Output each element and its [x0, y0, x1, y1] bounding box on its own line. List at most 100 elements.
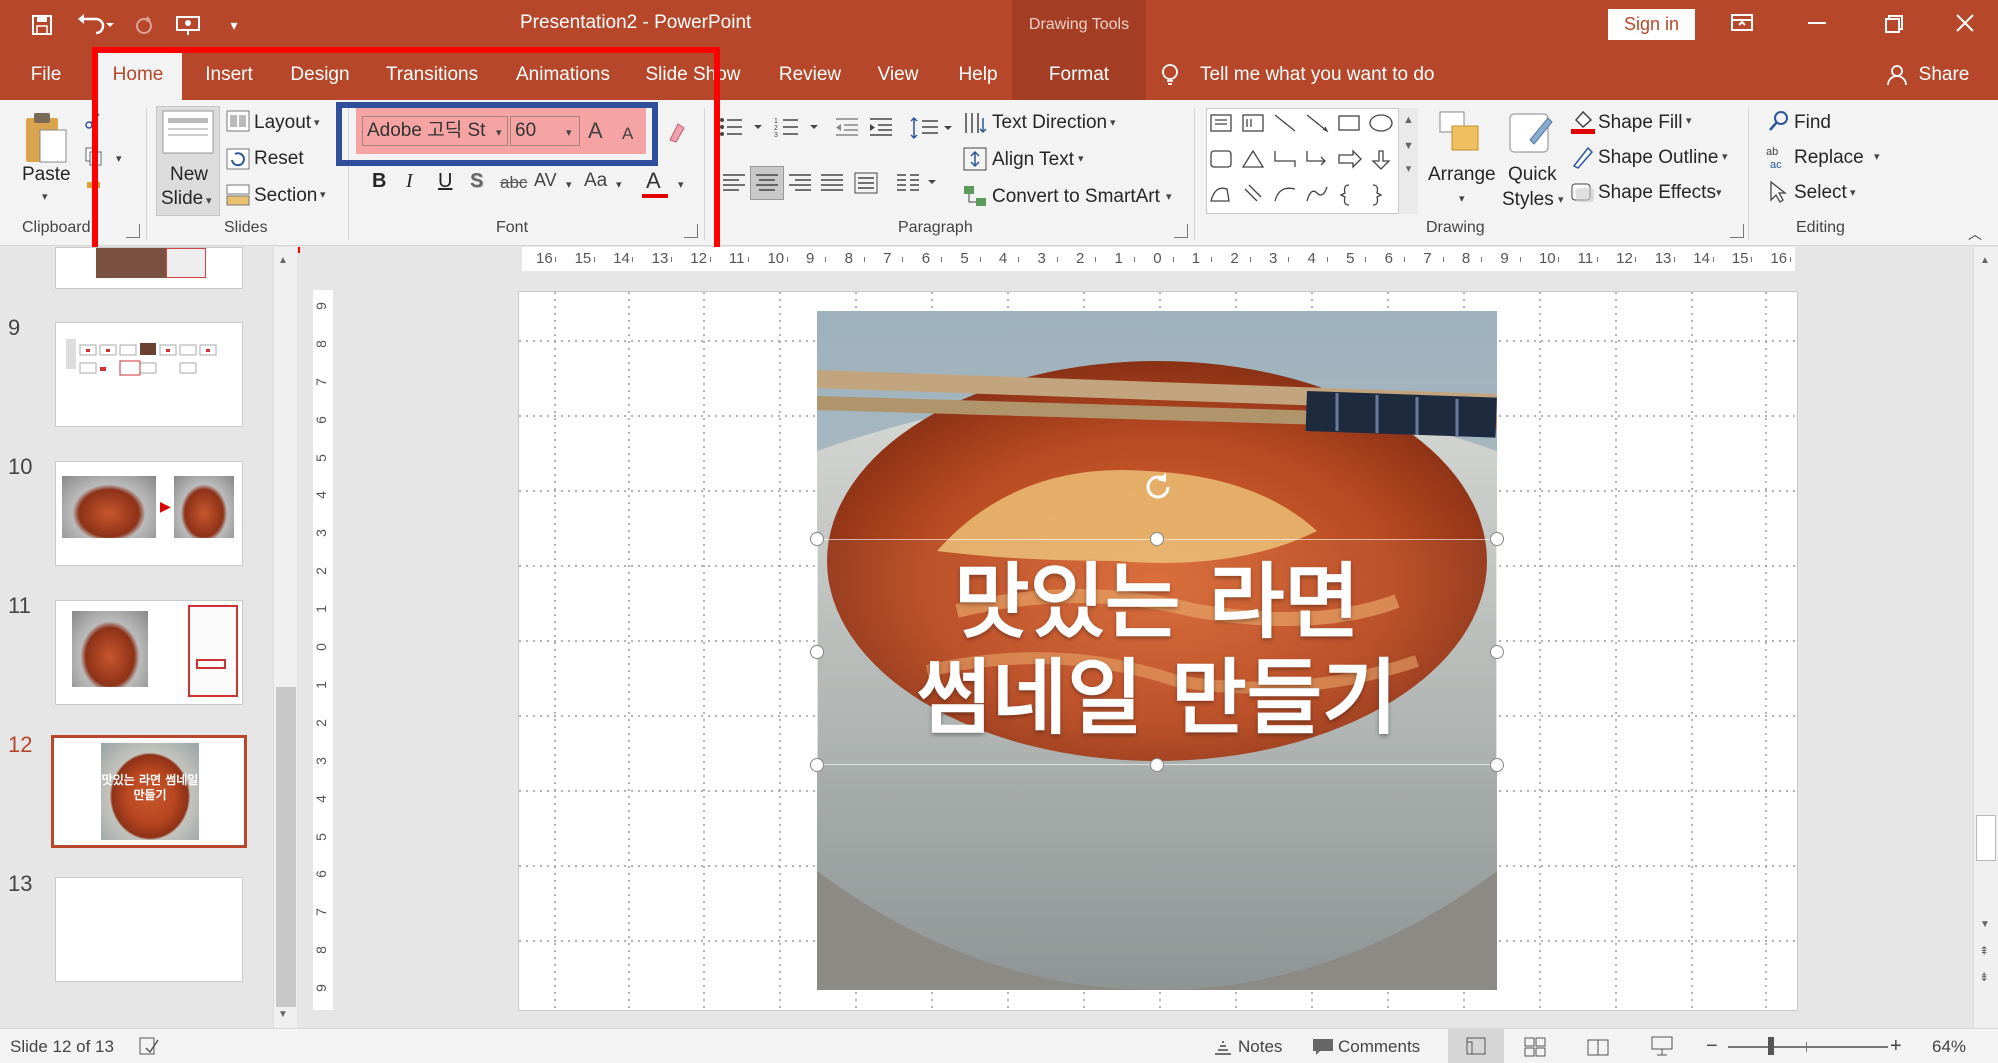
drawing-launcher-icon[interactable] [1730, 224, 1744, 238]
shapes-gallery[interactable] [1206, 108, 1418, 214]
shape-effects-dropdown-icon[interactable]: ▾ [1716, 186, 1722, 199]
undo-icon[interactable] [72, 10, 120, 40]
quick-styles-dropdown-icon[interactable]: ▾ [1558, 193, 1564, 206]
resize-handle-se[interactable] [1490, 758, 1504, 772]
justify-icon[interactable] [820, 172, 844, 200]
ruler-tick-label: 16 [1770, 250, 1788, 267]
shape-outline-dropdown-icon[interactable]: ▾ [1722, 150, 1728, 163]
rotate-handle-icon[interactable] [1141, 470, 1175, 510]
ruler-tick-label: 4 [998, 250, 1008, 267]
align-text-dropdown-icon[interactable]: ▾ [1078, 152, 1084, 165]
redo-icon[interactable] [128, 10, 160, 40]
reading-view-icon[interactable] [1586, 1037, 1610, 1062]
minimize-icon[interactable] [1808, 22, 1826, 24]
slide-thumbnail-10[interactable]: ▶ [55, 461, 243, 566]
sign-in-button[interactable]: Sign in [1608, 9, 1695, 40]
align-text-button[interactable]: Align Text [992, 149, 1074, 171]
shape-fill-dropdown-icon[interactable]: ▾ [1686, 114, 1692, 127]
arrange-dropdown-icon[interactable]: ▾ [1459, 192, 1465, 205]
distributed-icon[interactable] [854, 172, 878, 200]
bullets-icon[interactable] [718, 116, 766, 144]
start-slideshow-icon[interactable] [172, 10, 204, 40]
slideshow-view-icon[interactable] [1650, 1035, 1674, 1062]
find-button[interactable]: Find [1794, 112, 1831, 134]
ribbon-display-options-icon[interactable] [1730, 12, 1754, 40]
quick-styles-label-2[interactable]: Styles [1502, 189, 1554, 211]
tab-file[interactable]: File [20, 49, 72, 100]
zoom-out-button[interactable]: − [1706, 1029, 1718, 1063]
paste-icon[interactable] [22, 110, 68, 172]
zoom-slider-track[interactable] [1728, 1046, 1888, 1048]
resize-handle-n[interactable] [1150, 532, 1164, 546]
arrange-button[interactable]: Arrange [1428, 164, 1496, 186]
slide-sorter-icon[interactable] [1524, 1037, 1546, 1062]
save-icon[interactable] [26, 10, 58, 40]
comments-button[interactable]: Comments [1338, 1029, 1420, 1063]
paragraph-launcher-icon[interactable] [1174, 224, 1188, 238]
slide-thumbnail-8[interactable] [55, 247, 243, 289]
tab-view[interactable]: View [870, 49, 926, 100]
numbering-icon[interactable]: 123 [774, 116, 822, 144]
select-button[interactable]: Select [1794, 182, 1847, 204]
ruler-tick-mark [709, 257, 711, 262]
paste-dropdown-icon[interactable]: ▾ [42, 190, 48, 203]
select-dropdown-icon[interactable]: ▾ [1850, 186, 1856, 199]
close-icon[interactable] [1954, 12, 1976, 40]
text-direction-dropdown-icon[interactable]: ▾ [1110, 116, 1116, 129]
quick-styles-label-1[interactable]: Quick [1508, 164, 1557, 186]
slides-panel-scrollbar[interactable]: ▲ ▼ [273, 247, 297, 1028]
spellcheck-icon[interactable] [138, 1036, 160, 1061]
slide-thumbnail-9[interactable] [55, 322, 243, 427]
replace-dropdown-icon[interactable]: ▾ [1874, 150, 1880, 163]
vertical-ruler: 9 8 7 6 5 4 3 2 1 0 1 2 3 4 5 6 7 8 9 [313, 290, 333, 1010]
zoom-in-button[interactable]: + [1890, 1029, 1902, 1063]
ruler-tick-label: 1 [312, 605, 329, 614]
shape-outline-button[interactable]: Shape Outline [1598, 147, 1718, 169]
normal-view-button[interactable] [1448, 1029, 1504, 1063]
ruler-tick-mark [1326, 257, 1328, 262]
tab-help[interactable]: Help [950, 49, 1006, 100]
slide-thumbnail-13[interactable] [55, 877, 243, 982]
resize-handle-w[interactable] [810, 645, 824, 659]
paste-label[interactable]: Paste [22, 164, 71, 186]
tab-format[interactable]: Format [1012, 49, 1146, 100]
resize-handle-s[interactable] [1150, 758, 1164, 772]
slide-thumbnail-11[interactable] [55, 600, 243, 705]
customize-qat-icon[interactable]: ▾ [218, 10, 250, 40]
ruler-tick-mark [1172, 257, 1174, 262]
resize-handle-ne[interactable] [1490, 532, 1504, 546]
ruler-tick-mark [593, 257, 595, 262]
share-button[interactable]: Share [1914, 49, 1974, 100]
drawing-tools-label: Drawing Tools [1012, 0, 1146, 49]
slide-title-line-2[interactable]: 썸네일 만들기 [817, 651, 1497, 747]
slide-title-line-1[interactable]: 맛있는 라면 [817, 555, 1497, 651]
align-right-icon[interactable] [788, 172, 812, 200]
ruler-tick-mark [1249, 257, 1251, 262]
smartart-icon [962, 184, 988, 214]
line-spacing-icon[interactable] [910, 116, 954, 146]
replace-button[interactable]: Replace [1794, 147, 1864, 169]
resize-handle-nw[interactable] [810, 532, 824, 546]
decrease-indent-icon[interactable] [834, 116, 860, 144]
resize-handle-e[interactable] [1490, 645, 1504, 659]
zoom-level[interactable]: 64% [1932, 1029, 1966, 1063]
restore-icon[interactable] [1884, 14, 1904, 40]
shape-fill-button[interactable]: Shape Fill [1598, 112, 1683, 134]
smartart-dropdown-icon[interactable]: ▾ [1166, 190, 1172, 203]
tell-me-search[interactable]: Tell me what you want to do [1200, 49, 1434, 100]
collapse-ribbon-icon[interactable]: ︿ [1968, 224, 1982, 244]
canvas-scrollbar[interactable]: ▲ ▼ ⇞ ⇟ [1973, 247, 1998, 1028]
increase-indent-icon[interactable] [868, 116, 894, 144]
zoom-slider-thumb[interactable] [1768, 1037, 1774, 1055]
align-left-icon[interactable] [722, 172, 746, 200]
notes-button[interactable]: Notes [1238, 1029, 1282, 1063]
convert-smartart-button[interactable]: Convert to SmartArt [992, 186, 1160, 208]
slide-thumbnail-12-selected[interactable]: 맛있는 라면 썸네일 만들기 [51, 735, 247, 848]
ruler-tick-label: 8 [1461, 250, 1471, 267]
resize-handle-sw[interactable] [810, 758, 824, 772]
text-direction-button[interactable]: Text Direction [992, 112, 1107, 134]
columns-icon[interactable] [896, 172, 940, 200]
tab-review[interactable]: Review [774, 49, 846, 100]
shape-effects-button[interactable]: Shape Effects [1598, 182, 1716, 204]
shapes-gallery-scroll[interactable]: ▲ ▼ ▾ [1398, 108, 1418, 214]
